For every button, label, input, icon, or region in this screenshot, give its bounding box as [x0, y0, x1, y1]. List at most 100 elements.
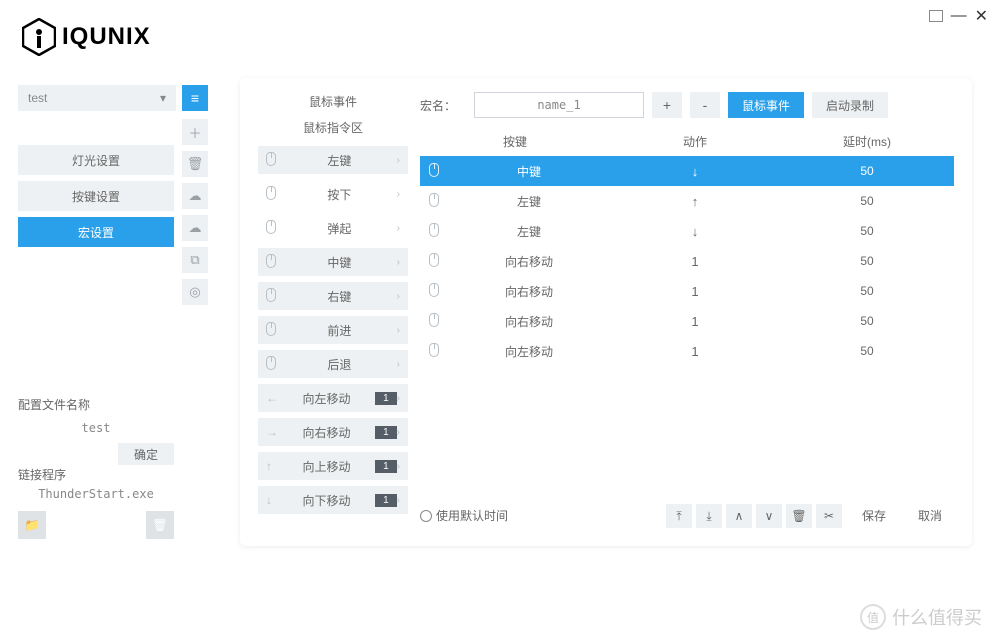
- cmd-item-2[interactable]: 弹起›: [258, 214, 408, 242]
- table-row[interactable]: 向右移动150: [420, 306, 954, 336]
- nav-item-2[interactable]: 宏设置: [18, 217, 174, 247]
- arrow-icon: →: [266, 425, 282, 439]
- maximize-button[interactable]: [929, 10, 943, 22]
- cmd-item-1[interactable]: 按下›: [258, 180, 408, 208]
- link-label: 链接程序: [18, 466, 174, 483]
- cmd-badge: 1: [375, 426, 397, 439]
- mouse-icon: [420, 193, 448, 210]
- mouse-icon: [420, 163, 448, 180]
- mini-button-4[interactable]: 🗑: [786, 504, 812, 528]
- table-row[interactable]: 左键↓50: [420, 216, 954, 246]
- cmd-label: 向下移动: [282, 492, 371, 509]
- cmd-badge: 1: [375, 392, 397, 405]
- config-confirm-button[interactable]: 确定: [118, 443, 174, 465]
- mouse-event-button[interactable]: 鼠标事件: [728, 92, 804, 118]
- cmd-item-4[interactable]: 右键›: [258, 282, 408, 310]
- row-action: 1: [610, 254, 780, 269]
- macro-panel: 鼠标事件 鼠标指令区 左键›按下›弹起›中键›右键›前进›后退›←向左移动1›→…: [240, 78, 972, 546]
- row-delay: 50: [780, 314, 954, 328]
- row-key: 向右移动: [448, 253, 610, 270]
- cmd-item-5[interactable]: 前进›: [258, 316, 408, 344]
- row-key: 左键: [448, 193, 610, 210]
- mini-button-1[interactable]: ⤓: [696, 504, 722, 528]
- row-key: 中键: [448, 163, 610, 180]
- close-button[interactable]: ✕: [975, 6, 988, 26]
- table-row[interactable]: 向右移动150: [420, 276, 954, 306]
- table-header: 按键 动作 延时(ms): [420, 126, 954, 156]
- cmd-item-10[interactable]: ↓向下移动1›: [258, 486, 408, 514]
- mouse-icon: [266, 288, 282, 305]
- row-delay: 50: [780, 284, 954, 298]
- chevron-right-icon: ›: [397, 257, 400, 268]
- start-record-button[interactable]: 启动录制: [812, 92, 888, 118]
- mini-button-0[interactable]: ⤒: [666, 504, 692, 528]
- logo-hex-icon: [22, 18, 56, 56]
- save-button[interactable]: 保存: [850, 504, 898, 528]
- radio-icon: [420, 510, 432, 522]
- cmd-item-0[interactable]: 左键›: [258, 146, 408, 174]
- table-row[interactable]: 中键↓50: [420, 156, 954, 186]
- watermark-icon: 值: [860, 604, 886, 630]
- row-action: 1: [610, 314, 780, 329]
- arrow-icon: ↑: [266, 459, 282, 473]
- tool-button-5[interactable]: ◎: [182, 279, 208, 305]
- chevron-right-icon: ›: [397, 393, 400, 404]
- tool-button-1[interactable]: 🗑: [182, 151, 208, 177]
- header-key: 按键: [420, 133, 610, 150]
- row-delay: 50: [780, 194, 954, 208]
- row-delay: 50: [780, 344, 954, 358]
- tool-button-3[interactable]: ☁: [182, 215, 208, 241]
- default-time-radio[interactable]: 使用默认时间: [420, 507, 508, 524]
- row-key: 向左移动: [448, 343, 610, 360]
- arrow-icon: ↓: [266, 493, 282, 507]
- mouse-icon: [266, 322, 282, 339]
- cmd-title: 鼠标事件: [258, 90, 408, 118]
- cmd-item-8[interactable]: →向右移动1›: [258, 418, 408, 446]
- tool-button-0[interactable]: ＋: [182, 119, 208, 145]
- table-row[interactable]: 左键↑50: [420, 186, 954, 216]
- tool-button-2[interactable]: ☁: [182, 183, 208, 209]
- brand-text: IQUNIX: [62, 23, 151, 51]
- macro-name-input[interactable]: [474, 92, 644, 118]
- cmd-item-6[interactable]: 后退›: [258, 350, 408, 378]
- cmd-item-3[interactable]: 中键›: [258, 248, 408, 276]
- folder-delete-button[interactable]: 🗑: [146, 511, 174, 539]
- chevron-right-icon: ›: [397, 461, 400, 472]
- profile-select[interactable]: test ▾: [18, 85, 176, 111]
- chevron-down-icon: ▾: [160, 91, 166, 105]
- cmd-item-7[interactable]: ←向左移动1›: [258, 384, 408, 412]
- row-key: 左键: [448, 223, 610, 240]
- cmd-item-9[interactable]: ↑向上移动1›: [258, 452, 408, 480]
- config-name-input[interactable]: [18, 417, 174, 439]
- config-label: 配置文件名称: [18, 396, 174, 413]
- row-action: 1: [610, 284, 780, 299]
- menu-button[interactable]: ≡: [182, 85, 208, 111]
- row-delay: 50: [780, 224, 954, 238]
- cmd-label: 右键: [282, 288, 397, 305]
- minimize-button[interactable]: —: [951, 7, 967, 25]
- chevron-right-icon: ›: [397, 155, 400, 166]
- row-action: ↓: [610, 224, 780, 239]
- table-row[interactable]: 向左移动150: [420, 336, 954, 366]
- row-key: 向右移动: [448, 283, 610, 300]
- remove-macro-button[interactable]: -: [690, 92, 720, 118]
- header-action: 动作: [610, 133, 780, 150]
- cmd-label: 左键: [282, 152, 397, 169]
- nav-item-0[interactable]: 灯光设置: [18, 145, 174, 175]
- mini-button-5[interactable]: ✂: [816, 504, 842, 528]
- mouse-icon: [420, 313, 448, 330]
- nav-item-1[interactable]: 按键设置: [18, 181, 174, 211]
- profile-name: test: [28, 91, 47, 105]
- mouse-icon: [266, 254, 282, 271]
- cancel-button[interactable]: 取消: [906, 504, 954, 528]
- chevron-right-icon: ›: [397, 325, 400, 336]
- mini-button-3[interactable]: ∨: [756, 504, 782, 528]
- cmd-label: 中键: [282, 254, 397, 271]
- mini-button-2[interactable]: ∧: [726, 504, 752, 528]
- table-row[interactable]: 向右移动150: [420, 246, 954, 276]
- tool-button-4[interactable]: ⧉: [182, 247, 208, 273]
- cmd-badge: 1: [375, 460, 397, 473]
- cmd-label: 后退: [282, 356, 397, 373]
- folder-open-button[interactable]: 📁: [18, 511, 46, 539]
- add-macro-button[interactable]: +: [652, 92, 682, 118]
